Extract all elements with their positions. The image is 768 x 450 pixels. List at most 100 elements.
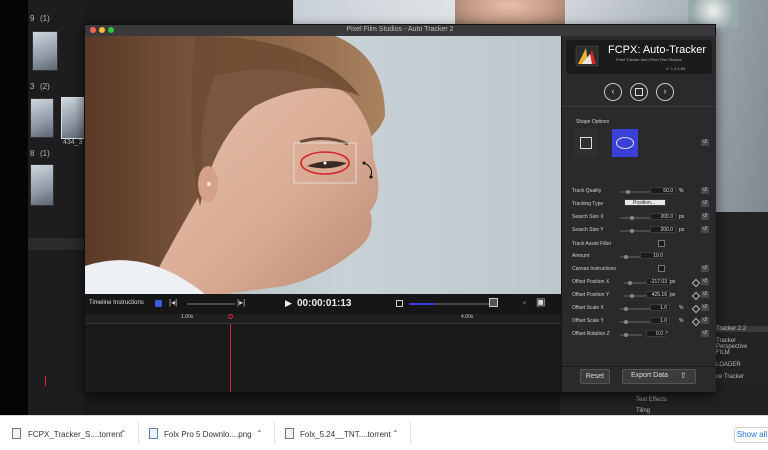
unit: % [679,188,684,194]
rotation-value[interactable]: 0.0 [646,330,666,337]
scale-x-slider[interactable] [620,307,650,311]
chevron-up-icon[interactable]: ⌃ [392,429,399,438]
reset-icon[interactable]: ↺ [701,278,709,285]
effect-item[interactable]: Tracker 2.2 [716,326,768,332]
scale-y-slider[interactable] [620,320,650,324]
export-icon: ⇧ [680,371,687,380]
track-quality-value[interactable]: 50.0 [650,187,676,194]
param-label: Amount [572,253,590,259]
scale-x-value[interactable]: 1.0 [650,304,670,311]
unit: px [670,292,676,298]
reset-icon[interactable]: ↺ [701,291,709,298]
reset-icon[interactable]: ↺ [701,317,709,324]
play-icon[interactable]: ▶ [285,298,292,309]
playhead-marker [45,376,46,386]
shape-reset-icon[interactable]: ↺ [701,139,709,146]
timeline-ruler[interactable]: 1.00s 4.00s [85,314,561,324]
parameter-list: Track Quality 50.0 % ↺ Tracking Type Pos… [562,184,716,354]
timeline-instructions-checkbox[interactable] [155,300,162,307]
keyframe-icon[interactable] [691,291,701,301]
offset-y-value[interactable]: 425.16 [646,291,670,298]
track-quality-slider[interactable] [620,190,650,194]
sidebar-edge [0,0,28,415]
param-label: Offset Position Y [572,292,610,298]
title-bar: Pixel Film Studios - Auto Tracker 2 [85,25,715,36]
chevron-up-icon[interactable]: ⌃ [256,429,263,438]
event-count: (1) [40,14,50,23]
reset-icon[interactable]: ↺ [701,187,709,194]
canvas-instructions-checkbox[interactable] [658,265,665,272]
timeline-track[interactable] [85,324,561,392]
event-count: 3 [30,82,35,91]
download-item-name[interactable]: Folx Pro 5 Downlo....png [164,430,252,439]
ellipse-shape-button[interactable] [612,129,638,157]
go-to-start-icon[interactable]: |◂| [169,298,177,307]
timeline-instructions-label: Timeline Instructions [89,300,144,306]
param-label: Offset Rotation Z [572,331,610,337]
clip-thumbnail[interactable] [30,164,54,206]
reset-icon[interactable]: ↺ [701,330,709,337]
download-item-name[interactable]: FCPX_Tracker_S....torrent [28,430,122,439]
rectangle-shape-button[interactable] [574,129,598,157]
stop-icon[interactable] [396,300,403,307]
reset-icon[interactable]: ↺ [701,304,709,311]
offset-x-value[interactable]: -217.03 [646,278,670,285]
video-frame [85,36,385,294]
show-all-button[interactable]: Show all [734,427,768,443]
rotation-slider[interactable] [620,333,642,337]
video-preview[interactable] [85,36,561,294]
ruler-mark: 4.00s [461,314,474,320]
divider [562,106,716,107]
keyframe-icon[interactable] [691,317,701,327]
param-label: Canvas Instructions [572,266,616,272]
search-size-x-slider[interactable] [620,216,650,220]
effect-item[interactable]: Tracker Perspective [716,338,768,350]
reset-icon[interactable]: ↺ [701,265,709,272]
in-slider[interactable] [187,303,235,305]
next-frame-button[interactable]: › [656,83,674,101]
chevron-up-icon[interactable]: ⌃ [120,429,127,438]
track-assist-checkbox[interactable] [658,240,665,247]
effect-item[interactable]: FILM [716,350,730,356]
reset-icon[interactable]: ↺ [701,226,709,233]
plugin-header: FCPX: Auto-Tracker Point Tracker from Pi… [566,40,712,74]
search-size-x-value[interactable]: 200.0 [650,213,676,220]
amount-slider[interactable] [620,255,640,259]
stop-tracking-button[interactable] [630,83,648,101]
clip-label: 434_3 [63,139,83,146]
timeline-toolbar: Timeline Instructions |◂| |▸| ▶ 00:00:01… [85,294,561,314]
camera-icon[interactable]: ▣ [536,297,545,308]
export-data-button[interactable]: Export Data ⇧ [622,369,696,384]
param-label: Offset Position X [572,279,610,285]
amount-value[interactable]: 10.0 [640,252,666,259]
search-size-y-slider[interactable] [620,229,650,233]
go-to-end-icon[interactable]: |▸| [237,298,245,307]
effect-category[interactable]: Tiling [636,408,650,414]
download-item-name[interactable]: Folx_5.24__TNT....torrent [300,430,391,439]
effect-item[interactable]: ce Tracker [716,374,744,380]
divider [410,422,411,444]
event-count: (2) [40,82,50,91]
playhead-handle[interactable] [228,314,233,319]
unit: % [679,318,684,324]
effect-item[interactable]: LOADER [716,362,741,368]
effect-category[interactable]: Text Effects [636,397,667,403]
download-bar: FCPX_Tracker_S....torrent ⌃ Folx Pro 5 D… [0,415,768,450]
keyframe-icon[interactable] [691,278,701,288]
zoom-slider[interactable] [409,303,489,305]
clip-thumbnail-selected[interactable] [61,97,85,139]
previous-frame-button[interactable]: ‹ [604,83,622,101]
record-icon[interactable]: ● [522,298,527,307]
scale-y-value[interactable]: 1.0 [650,317,670,324]
clip-thumbnail[interactable] [32,31,58,71]
search-size-y-value[interactable]: 200.0 [650,226,676,233]
keyframe-icon[interactable] [691,304,701,314]
reset-icon[interactable]: ↺ [701,213,709,220]
tracking-type-select[interactable]: Position... [624,199,666,206]
window-title: Pixel Film Studios - Auto Tracker 2 [346,26,454,33]
reset-icon[interactable]: ↺ [701,200,709,207]
fullscreen-icon[interactable] [489,298,498,307]
reset-button[interactable]: Reset [580,369,610,384]
clip-thumbnail[interactable] [30,98,54,138]
param-label: Tracking Type [572,201,604,207]
